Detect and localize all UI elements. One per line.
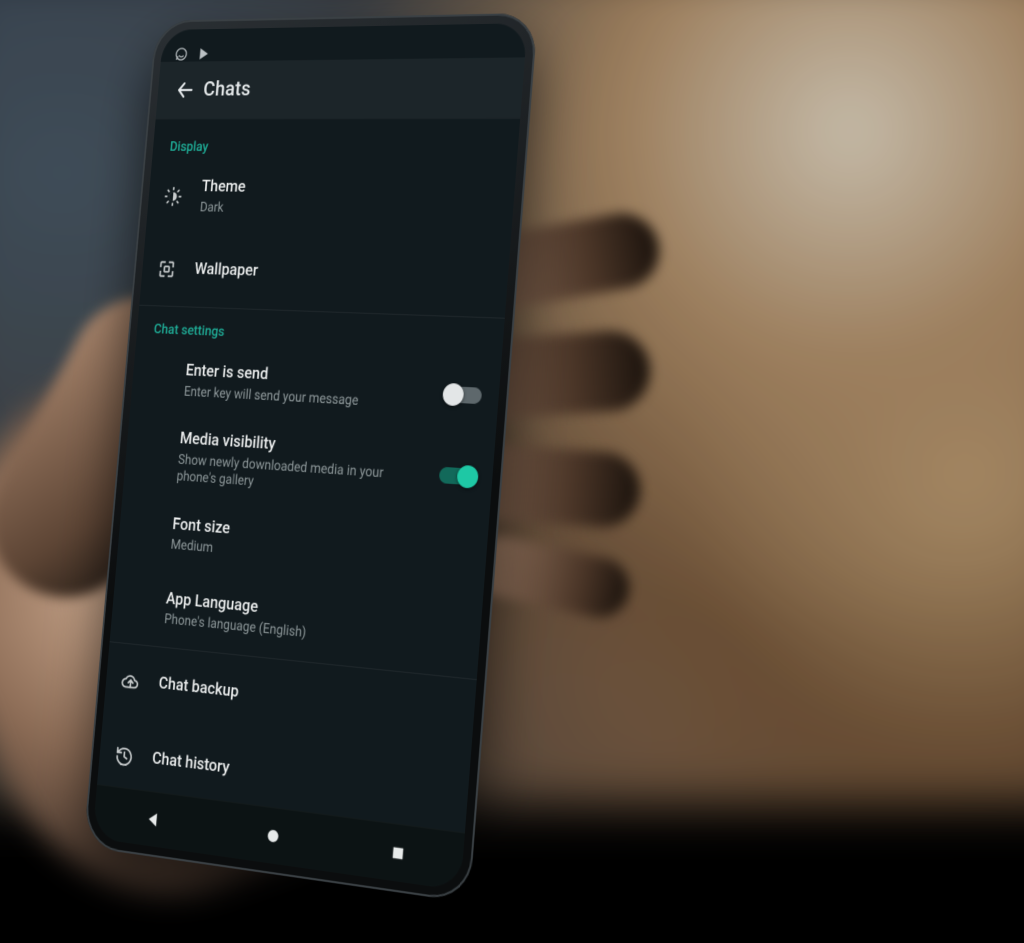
arrow-back-icon [174,79,196,102]
triangle-back-icon [143,808,162,830]
back-button[interactable] [165,69,206,111]
play-store-icon [197,46,210,61]
page-title: Chats [202,78,251,101]
phone-frame: Chats Display Theme Dark [83,13,538,903]
nav-back-button[interactable] [143,808,162,830]
status-bar [161,23,528,62]
nav-home-button[interactable] [263,825,283,848]
wallpaper-icon [153,258,180,280]
row-subtitle: Dark [199,199,496,221]
cloud-upload-icon [117,670,144,694]
phone-screen: Chats Display Theme Dark [92,23,527,891]
circle-home-icon [263,825,283,848]
toggle-media-visibility[interactable] [439,467,476,486]
nav-recents-button[interactable] [389,843,407,864]
row-theme[interactable]: Theme Dark [146,160,517,240]
square-recents-icon [389,843,407,864]
row-title: Chat backup [158,675,458,729]
brightness-icon [160,186,187,207]
row-wallpaper[interactable]: Wallpaper [139,232,511,317]
toggle-enter-is-send[interactable] [445,386,482,404]
whatsapp-icon [174,46,189,61]
row-title: Theme [201,178,499,202]
section-header-display: Display [152,124,520,163]
app-bar: Chats [156,57,525,118]
history-icon [111,744,138,769]
settings-list[interactable]: Display Theme Dark [97,118,521,840]
row-title: Wallpaper [194,260,492,289]
